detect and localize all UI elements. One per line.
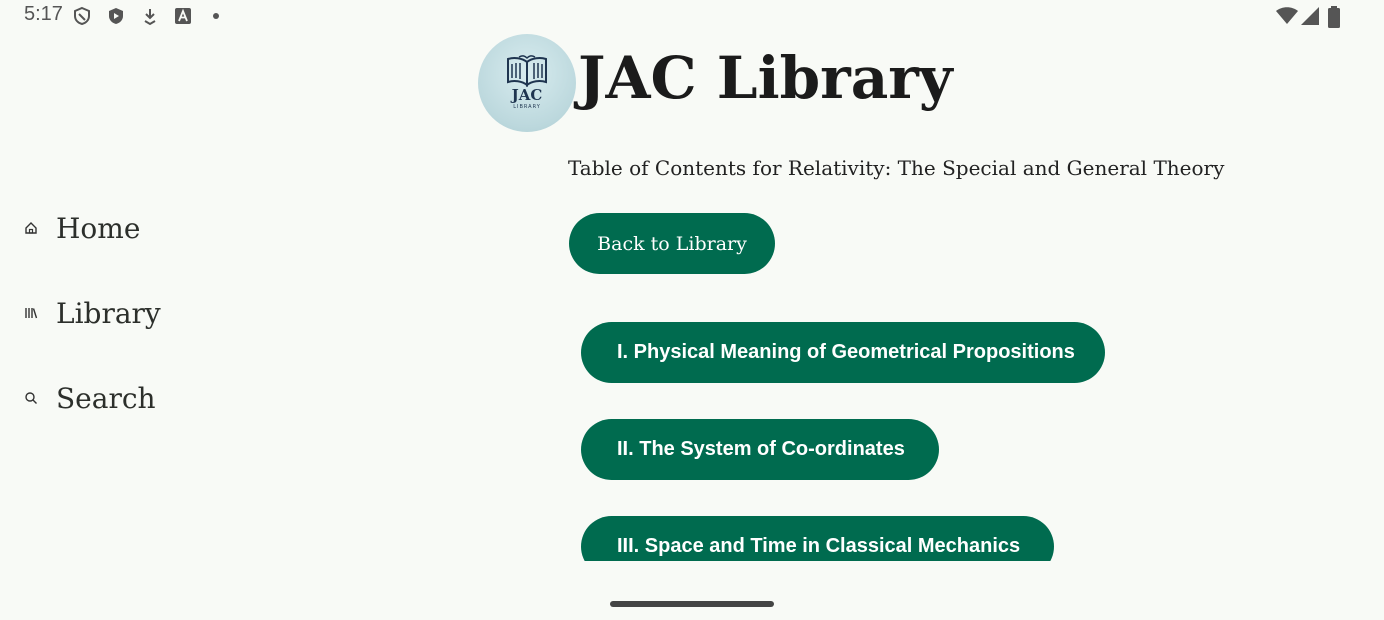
- play-protect-icon: [106, 6, 126, 26]
- logo-text: JAC: [511, 86, 543, 104]
- book-icon: [507, 55, 547, 88]
- sidebar-item-label: Search: [56, 381, 156, 415]
- cellular-icon: [1300, 6, 1322, 26]
- table-of-contents-list[interactable]: I. Physical Meaning of Geometrical Propo…: [570, 310, 1370, 561]
- battery-icon: [1327, 6, 1349, 28]
- app-screen: 5:17 JAC LIBRARY JAC Library Table of Co…: [0, 0, 1384, 620]
- sidebar-item-label: Library: [56, 296, 161, 330]
- chapter-button[interactable]: II. The System of Co-ordinates: [581, 419, 939, 480]
- sidebar-item-label: Home: [56, 211, 141, 245]
- home-indicator[interactable]: [610, 601, 774, 607]
- dot-icon: [206, 6, 226, 26]
- home-icon: [22, 219, 40, 237]
- sidebar-item-library[interactable]: Library: [22, 293, 161, 333]
- shield-outline-icon: [72, 6, 92, 26]
- wifi-icon: [1275, 6, 1298, 26]
- sidebar-item-home[interactable]: Home: [22, 208, 140, 248]
- status-time: 5:17: [24, 3, 63, 25]
- chapter-button[interactable]: III. Space and Time in Classical Mechani…: [581, 516, 1054, 561]
- library-icon: [22, 304, 40, 322]
- status-bar: 5:17: [0, 0, 1384, 32]
- app-logo: JAC LIBRARY: [478, 34, 576, 132]
- logo-subtext: LIBRARY: [513, 104, 541, 110]
- font-icon: [173, 6, 193, 26]
- back-to-library-button[interactable]: Back to Library: [569, 213, 775, 274]
- app-title: JAC Library: [578, 44, 953, 112]
- page-subtitle: Table of Contents for Relativity: The Sp…: [568, 156, 1225, 180]
- download-icon: [140, 6, 160, 26]
- sidebar-item-search[interactable]: Search: [22, 378, 156, 418]
- search-icon: [22, 389, 40, 407]
- chapter-button[interactable]: I. Physical Meaning of Geometrical Propo…: [581, 322, 1105, 383]
